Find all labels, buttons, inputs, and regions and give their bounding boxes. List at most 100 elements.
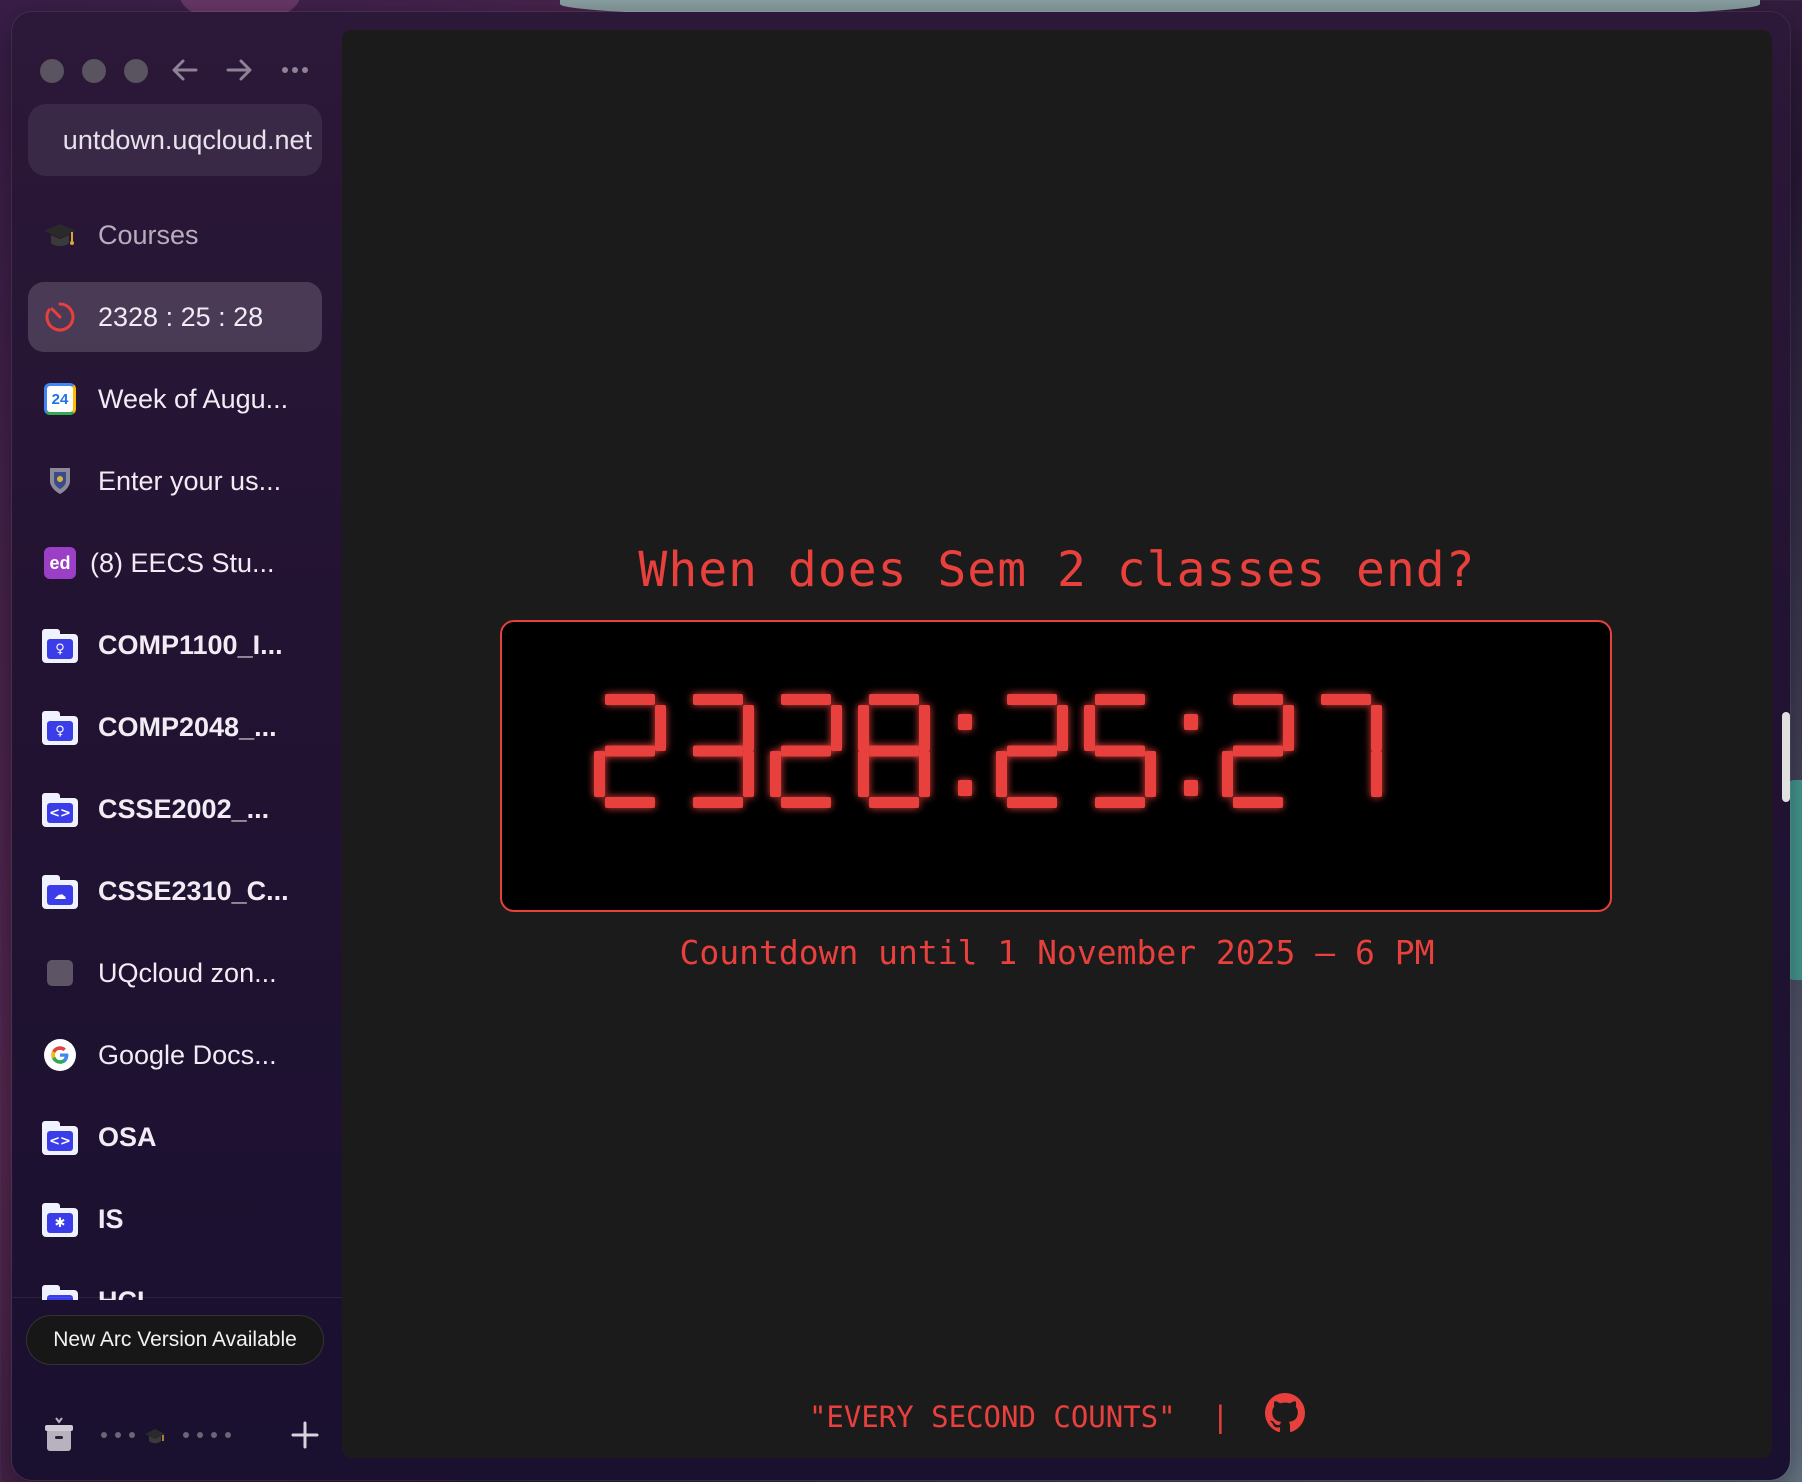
lcd-segment-c (919, 751, 930, 797)
sidebar: untdown.uqcloud.net Courses 2328 : 25 : … (12, 12, 342, 1480)
plus-icon[interactable] (290, 1420, 320, 1450)
lcd-segment-f (1084, 705, 1095, 751)
countdown-digits (594, 694, 1382, 808)
tab-folder-is[interactable]: ✱ IS (28, 1184, 322, 1254)
close-window-button[interactable] (40, 59, 64, 83)
update-notice-label: New Arc Version Available (53, 1328, 297, 1351)
scrollbar-thumb[interactable] (1782, 712, 1790, 802)
folder-code-icon: <> (42, 791, 78, 827)
folder-asterisk-icon: ✱ (42, 1201, 78, 1237)
page-footer: "EVERY SECOND COUNTS" | (342, 1393, 1772, 1440)
tab-label: Enter your us... (98, 465, 282, 496)
lcd-segment-colon-top (1184, 714, 1198, 730)
ed-icon: ed (42, 545, 78, 581)
lcd-segment-g (1233, 745, 1283, 757)
tab-label: (8) EECS Stu... (90, 547, 275, 578)
lcd-segment-d (605, 797, 655, 808)
ed-icon-text: ed (44, 547, 76, 579)
tab-label: Courses (98, 219, 199, 250)
lcd-segment-e (858, 751, 869, 797)
lcd-segment-d (869, 797, 919, 808)
lcd-segment-b (743, 705, 754, 751)
archive-icon[interactable] (44, 1415, 74, 1455)
lcd-segment-d (693, 797, 743, 808)
lcd-segment-a (693, 694, 743, 705)
tab-uqcloud[interactable]: UQcloud zon... (28, 938, 322, 1008)
tab-folder-osa[interactable]: <> OSA (28, 1102, 322, 1172)
sidebar-bottom-bar (12, 1407, 342, 1467)
lcd-segment-g (1007, 745, 1057, 757)
tab-folder-comp2048[interactable]: ♀ COMP2048_... (28, 692, 322, 762)
folder-code-icon: <> (42, 1119, 78, 1155)
lcd-segment-f (858, 705, 869, 751)
github-icon (1265, 1393, 1306, 1433)
lcd-segment-g (1095, 745, 1145, 757)
space-switcher-dots[interactable] (100, 1425, 270, 1445)
crest-icon (42, 463, 78, 499)
zoom-window-button[interactable] (124, 59, 148, 83)
sidebar-divider (12, 1297, 342, 1298)
tab-label: 2328 : 25 : 28 (98, 301, 264, 332)
folder-cloud-icon: ☁ (42, 873, 78, 909)
tab-ed-discussion[interactable]: ed (8) EECS Stu... (28, 528, 322, 598)
lcd-segment-c (743, 751, 754, 797)
tab-folder-csse2002[interactable]: <> CSSE2002_... (28, 774, 322, 844)
arrow-left-icon (172, 59, 198, 81)
lcd-segment-b (831, 705, 842, 751)
tab-folder-courses[interactable]: Courses (28, 200, 322, 270)
browser-window: untdown.uqcloud.net Courses 2328 : 25 : … (12, 12, 1790, 1480)
lcd-segment-a (1007, 694, 1057, 705)
tab-folder-hci[interactable]: •• HCI (28, 1266, 322, 1300)
folder-lightbulb-icon: ♀ (42, 709, 78, 745)
lcd-segment-a (1095, 694, 1145, 705)
calendar-icon-date: 24 (44, 383, 76, 415)
back-button[interactable] (170, 48, 200, 105)
tab-label: COMP1100_I... (98, 629, 283, 660)
tab-google-docs[interactable]: Google Docs... (28, 1020, 322, 1090)
github-link[interactable] (1265, 1393, 1306, 1440)
tab-folder-csse2310[interactable]: ☁ CSSE2310_C... (28, 856, 322, 926)
lcd-segment-a (1321, 694, 1371, 705)
tab-folder-comp1100[interactable]: ♀ COMP1100_I... (28, 610, 322, 680)
lcd-segment-d (1095, 797, 1145, 808)
folder-lightbulb-icon: ♀ (42, 627, 78, 663)
lcd-segment-e (770, 751, 781, 797)
lcd-segment-d (1007, 797, 1057, 808)
lcd-segment-b (1283, 705, 1294, 751)
minimize-window-button[interactable] (82, 59, 106, 83)
graduation-cap-icon (42, 217, 78, 253)
tab-label: CSSE2002_... (98, 793, 270, 824)
lcd-segment-g (605, 745, 655, 757)
tab-countdown[interactable]: 2328 : 25 : 28 (28, 282, 322, 352)
lcd-segment-e (594, 751, 605, 797)
lcd-segment-c (1371, 751, 1382, 797)
lcd-segment-e (1222, 751, 1233, 797)
tab-calendar[interactable]: 24 Week of Augu... (28, 364, 322, 434)
lcd-segment-colon-top (958, 714, 972, 730)
lcd-segment-e (996, 751, 1007, 797)
lcd-segment-a (605, 694, 655, 705)
lcd-segment-g (781, 745, 831, 757)
google-icon (42, 1037, 78, 1073)
footer-quote: "EVERY SECOND COUNTS" (808, 1399, 1176, 1434)
lcd-segment-d (781, 797, 831, 808)
url-text: untdown.uqcloud.net (62, 125, 312, 155)
tab-list: Courses 2328 : 25 : 28 24 Week of Augu..… (28, 200, 322, 1300)
tab-login[interactable]: Enter your us... (28, 446, 322, 516)
forward-button[interactable] (224, 48, 254, 105)
update-available-button[interactable]: New Arc Version Available (26, 1315, 324, 1365)
lcd-segment-a (781, 694, 831, 705)
tab-label: CSSE2310_C... (98, 875, 289, 906)
lcd-segment-g (693, 745, 743, 757)
lcd-segment-b (919, 705, 930, 751)
tab-label: Google Docs... (98, 1039, 277, 1070)
lcd-segment-colon-bottom (958, 780, 972, 796)
lcd-segment-a (869, 694, 919, 705)
countdown-display (500, 620, 1612, 912)
more-menu-button[interactable] (280, 48, 310, 105)
lcd-segment-c (1145, 751, 1156, 797)
tab-label: COMP2048_... (98, 711, 277, 742)
url-bar[interactable]: untdown.uqcloud.net (28, 104, 322, 176)
calendar-icon: 24 (42, 381, 78, 417)
lcd-segment-colon-bottom (1184, 780, 1198, 796)
